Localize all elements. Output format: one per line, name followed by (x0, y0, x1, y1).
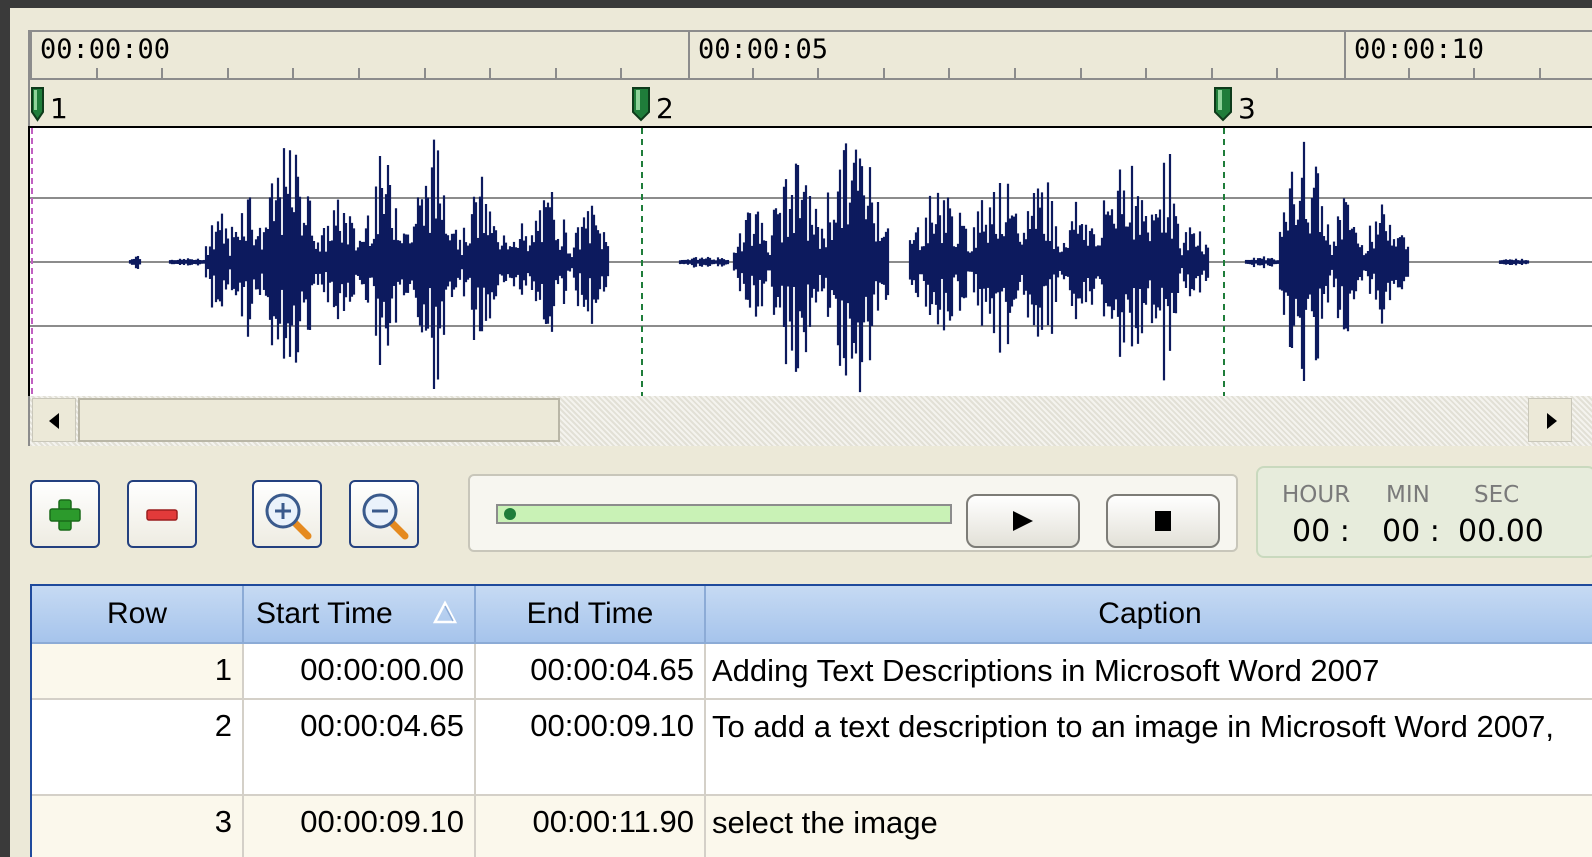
ruler-minor-tick (948, 68, 950, 78)
time-ruler: 00:00:00 00:00:05 00:00:10 (28, 30, 1592, 88)
caption-table: Row Start Time End Time Caption 1 00:00:… (30, 584, 1592, 857)
cell-caption[interactable]: To add a text description to an image in… (706, 700, 1592, 794)
marker-flag-icon (31, 87, 44, 122)
ruler-minor-tick (620, 68, 622, 78)
ruler-minor-tick (1145, 68, 1147, 78)
table-header: Row Start Time End Time Caption (32, 586, 1592, 644)
ruler-major-tick (30, 32, 32, 78)
marker-number: 1 (50, 92, 68, 125)
audio-waveform[interactable] (28, 126, 1592, 396)
ruler-minor-tick (292, 68, 294, 78)
playback-progress-bar[interactable] (496, 504, 952, 524)
ruler-minor-tick (1211, 68, 1213, 78)
column-header-row[interactable]: Row (32, 586, 244, 642)
marker-flag-icon (1214, 87, 1232, 122)
ruler-minor-tick (1408, 68, 1410, 78)
scroll-thumb[interactable] (78, 398, 560, 442)
column-header-label: Start Time (256, 597, 393, 630)
table-row[interactable]: 1 00:00:00.00 00:00:04.65 Adding Text De… (32, 644, 1592, 700)
ruler-label: 00:00:00 (40, 34, 171, 65)
zoom-out-button[interactable] (349, 480, 419, 548)
marker-number: 3 (1238, 92, 1256, 125)
playback-panel (468, 474, 1238, 552)
ruler-minor-tick (555, 68, 557, 78)
arrow-left-icon (49, 413, 59, 429)
ruler-minor-tick (1473, 68, 1475, 78)
cell-caption[interactable]: Adding Text Descriptions in Microsoft Wo… (706, 644, 1592, 698)
caption-editor-window: 00:00:00 00:00:05 00:00:10 1 2 3 HOUR MI… (10, 8, 1592, 857)
sort-ascending-icon (432, 600, 458, 624)
ruler-minor-tick (489, 68, 491, 78)
cell-start-time[interactable]: 00:00:04.65 (244, 700, 476, 794)
play-button[interactable] (966, 494, 1080, 548)
cell-start-time[interactable]: 00:00:09.10 (244, 796, 476, 857)
ruler-minor-tick (752, 68, 754, 78)
scroll-left-button[interactable] (32, 398, 76, 442)
minute-label: MIN (1386, 482, 1430, 508)
add-caption-button[interactable] (30, 480, 100, 548)
remove-caption-button[interactable] (127, 480, 197, 548)
ruler-minor-tick (1539, 68, 1541, 78)
playback-position-handle[interactable] (504, 508, 516, 520)
ruler-baseline (30, 78, 1592, 80)
zoom-in-button[interactable] (252, 480, 322, 548)
play-icon (1013, 511, 1033, 531)
zoom-out-icon (362, 493, 409, 540)
cell-caption[interactable]: select the image (706, 796, 1592, 857)
cell-row-number: 2 (32, 700, 244, 794)
hour-value: 00 : (1292, 514, 1350, 549)
ruler-minor-tick (883, 68, 885, 78)
ruler-minor-tick (96, 68, 98, 78)
ruler-minor-tick (1276, 68, 1278, 78)
plus-icon (49, 499, 81, 531)
ruler-minor-tick (1080, 68, 1082, 78)
ruler-minor-tick (1014, 68, 1016, 78)
ruler-minor-tick (424, 68, 426, 78)
stop-icon (1155, 511, 1171, 531)
ruler-major-tick (1344, 32, 1346, 78)
arrow-right-icon (1547, 413, 1557, 429)
ruler-minor-tick (161, 68, 163, 78)
cell-row-number: 3 (32, 796, 244, 857)
table-row[interactable]: 3 00:00:09.10 00:00:11.90 select the ima… (32, 796, 1592, 857)
minute-value: 00 : (1382, 514, 1440, 549)
minus-icon (146, 509, 178, 521)
cell-end-time[interactable]: 00:00:09.10 (476, 700, 706, 794)
cell-row-number: 1 (32, 644, 244, 698)
marker-flag-icon (632, 87, 650, 122)
table-row[interactable]: 2 00:00:04.65 00:00:09.10 To add a text … (32, 700, 1592, 796)
ruler-minor-tick (817, 68, 819, 78)
ruler-label: 00:00:10 (1354, 34, 1485, 65)
column-header-caption[interactable]: Caption (706, 586, 1592, 642)
ruler-minor-tick (227, 68, 229, 78)
marker-number: 2 (656, 92, 674, 125)
hour-label: HOUR (1282, 482, 1351, 508)
time-display: HOUR MIN SEC 00 : 00 : 00.00 (1256, 466, 1592, 558)
zoom-in-icon (265, 493, 312, 540)
waveform-canvas (30, 128, 1592, 396)
column-header-end-time[interactable]: End Time (476, 586, 706, 642)
column-header-start-time[interactable]: Start Time (244, 586, 476, 642)
second-value: 00.00 (1458, 514, 1544, 549)
ruler-label: 00:00:05 (698, 34, 829, 65)
ruler-minor-tick (358, 68, 360, 78)
scroll-right-button[interactable] (1528, 398, 1572, 442)
caption-marker-bar[interactable]: 1 2 3 (28, 84, 1592, 126)
ruler-major-tick (688, 32, 690, 78)
timeline-scrollbar[interactable] (28, 396, 1592, 446)
cell-end-time[interactable]: 00:00:11.90 (476, 796, 706, 857)
cell-start-time[interactable]: 00:00:00.00 (244, 644, 476, 698)
stop-button[interactable] (1106, 494, 1220, 548)
second-label: SEC (1474, 482, 1520, 508)
cell-end-time[interactable]: 00:00:04.65 (476, 644, 706, 698)
